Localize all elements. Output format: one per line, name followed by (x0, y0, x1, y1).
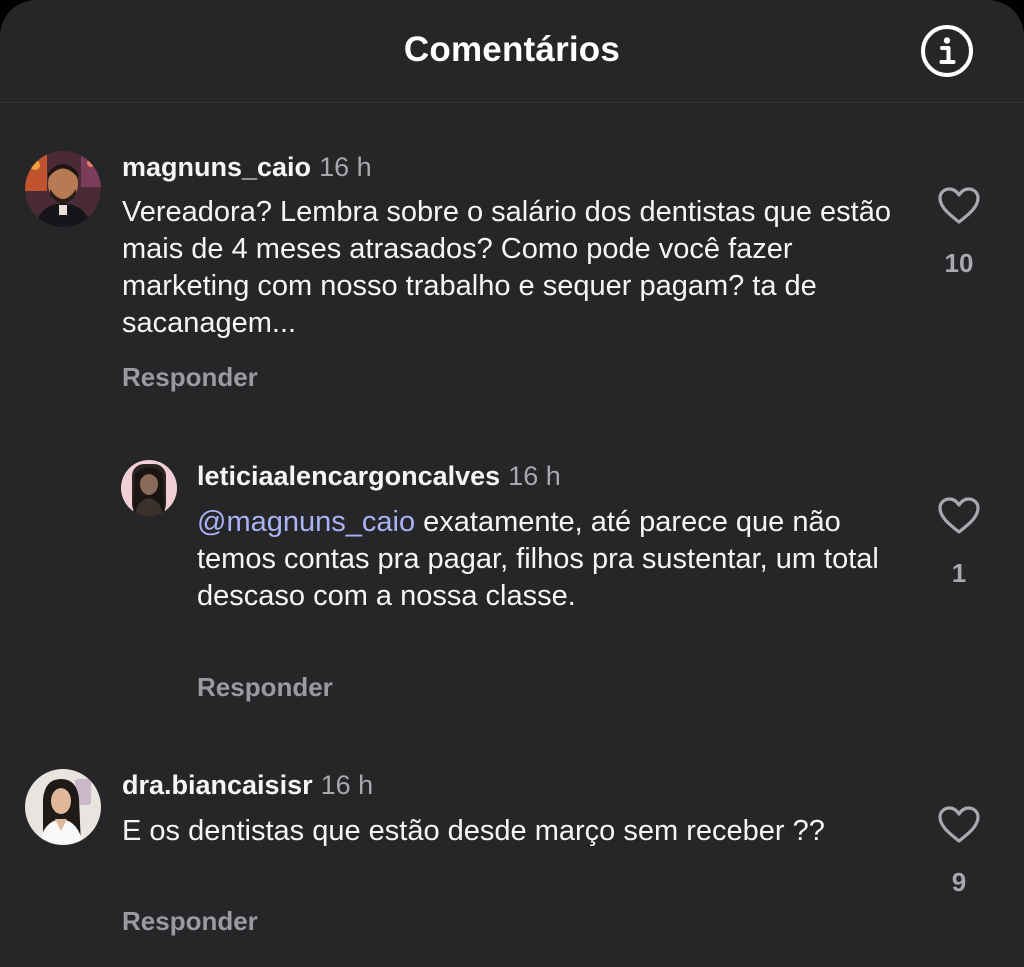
user-photo-image (25, 769, 101, 845)
timestamp: 16 h (508, 461, 561, 491)
user-photo-image (25, 151, 101, 227)
comment-text: E os dentistas que estão desde março sem… (122, 815, 825, 847)
comments-sheet: Comentários magnuns_caio 16 h Vereadora?… (0, 0, 1024, 967)
like-count: 10 (944, 248, 974, 278)
comment-text: Vereadora? Lembra sobre o salário dos de… (122, 196, 891, 339)
reply-button[interactable]: Responder (197, 672, 333, 703)
like-button[interactable] (937, 186, 981, 226)
username[interactable]: magnuns_caio (122, 152, 311, 182)
like-button[interactable] (937, 805, 981, 845)
info-circle-icon[interactable] (920, 24, 974, 78)
avatar[interactable] (25, 769, 101, 845)
username[interactable]: leticiaalencargoncalves (197, 461, 500, 491)
username[interactable]: dra.biancaisisr (122, 770, 313, 800)
header: Comentários (0, 0, 1024, 103)
comment-text: @magnuns_caio exatamente, até parece que… (197, 504, 897, 615)
reply-button[interactable]: Responder (122, 906, 258, 937)
timestamp: 16 h (320, 770, 374, 800)
timestamp: 16 h (319, 152, 372, 182)
like-count: 9 (951, 867, 967, 897)
heart-outline-icon[interactable] (937, 496, 981, 536)
avatar[interactable] (25, 151, 101, 227)
avatar[interactable] (121, 460, 177, 516)
info-button[interactable] (920, 24, 974, 78)
user-photo-image (121, 460, 177, 516)
heart-outline-icon[interactable] (937, 186, 981, 226)
page-title: Comentários (403, 30, 621, 69)
heart-outline-icon[interactable] (937, 805, 981, 845)
mention-link[interactable]: @magnuns_caio (197, 506, 415, 538)
like-count: 1 (951, 558, 967, 588)
like-button[interactable] (937, 496, 981, 536)
reply-button[interactable]: Responder (122, 362, 258, 393)
